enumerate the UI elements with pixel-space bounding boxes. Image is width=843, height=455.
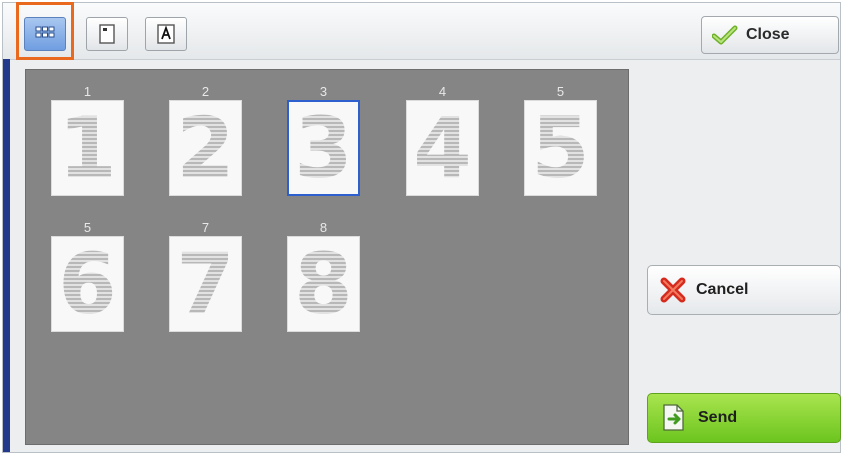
send-button[interactable]: Send	[647, 393, 841, 443]
close-button[interactable]: Close	[701, 16, 839, 54]
page-image: 5	[524, 100, 597, 196]
page-thumbnail-3[interactable]: 3 3	[276, 84, 371, 196]
page-thumbnail-7[interactable]: 7 7	[158, 220, 253, 332]
toolbar: Close	[3, 3, 840, 60]
page-number: 4	[438, 84, 447, 99]
page-image: 2	[169, 100, 242, 196]
text-view-icon	[157, 24, 175, 44]
page-number: 2	[201, 84, 210, 99]
cancel-button[interactable]: Cancel	[647, 265, 841, 315]
left-edge-bar	[3, 59, 10, 452]
page-number: 8	[319, 220, 328, 235]
page-image: 4	[406, 100, 479, 196]
selection-highlight-box	[16, 2, 74, 60]
checkmark-icon	[712, 25, 738, 45]
page-image: 7	[169, 236, 242, 332]
page-thumbnail-5[interactable]: 5 5	[513, 84, 608, 196]
page-image: 8	[287, 236, 360, 332]
page-image-selected: 3	[287, 100, 360, 196]
page-thumbnail-1[interactable]: 1 1	[40, 84, 135, 196]
preview-dialog: Close 1 1 2 2 3 3 4 4 5 5 5 6 7 7 8 8 Ca…	[2, 2, 841, 453]
page-thumbnail-2[interactable]: 2 2	[158, 84, 253, 196]
page-image: 1	[51, 100, 124, 196]
close-label: Close	[746, 26, 790, 43]
page-number: 5	[83, 220, 92, 235]
text-view-button[interactable]	[145, 17, 187, 51]
red-x-icon	[660, 277, 686, 303]
thumbnail-preview-area: 1 1 2 2 3 3 4 4 5 5 5 6 7 7 8 8	[25, 69, 629, 445]
page-number: 1	[83, 84, 92, 99]
page-number: 5	[556, 84, 565, 99]
page-image: 6	[51, 236, 124, 332]
page-thumbnail-6[interactable]: 5 6	[40, 220, 135, 332]
page-thumbnail-8[interactable]: 8 8	[276, 220, 371, 332]
cancel-label: Cancel	[696, 281, 749, 298]
page-number: 3	[319, 84, 328, 99]
send-label: Send	[698, 409, 738, 426]
page-thumbnail-4[interactable]: 4 4	[395, 84, 490, 196]
page-view-icon	[99, 24, 115, 44]
send-document-icon	[663, 404, 684, 431]
page-number: 7	[201, 220, 210, 235]
page-view-button[interactable]	[86, 17, 128, 51]
